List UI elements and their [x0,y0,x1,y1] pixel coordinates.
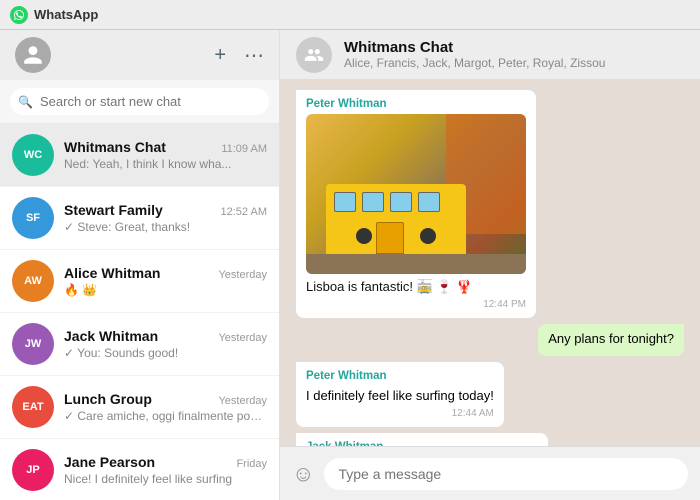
message-sender: Peter Whitman [306,96,526,112]
chat-header-avatar[interactable] [296,37,332,73]
new-chat-button[interactable]: + [214,44,226,67]
chat-header-name: Whitmans Chat [344,39,684,56]
search-bar: 🔍 [0,80,279,124]
chat-info: Stewart Family 12:52 AM ✓ Steve: Great, … [64,202,267,234]
chat-info: Lunch Group Yesterday ✓ Care amiche, ogg… [64,391,267,423]
menu-button[interactable]: ⋯ [244,43,264,68]
chat-header-members: Alice, Francis, Jack, Margot, Peter, Roy… [344,56,684,70]
chat-avatar: AW [12,260,54,302]
chat-time: Friday [236,458,267,470]
chat-list-item[interactable]: WC Whitmans Chat 11:09 AM Ned: Yeah, I t… [0,124,279,187]
chat-name-row: Jack Whitman Yesterday [64,328,267,344]
chat-time: 11:09 AM [221,143,267,155]
sidebar-icons: + ⋯ [214,43,264,68]
main-layout: + ⋯ 🔍 WC Whitmans Chat 11:09 AM Ned: Yea… [0,30,700,500]
chat-avatar: JP [12,449,54,491]
message-text: Any plans for tonight? [548,330,674,348]
chat-header: Whitmans Chat Alice, Francis, Jack, Marg… [280,30,700,80]
chat-name: Whitmans Chat [64,139,166,155]
chat-list-item[interactable]: EAT Lunch Group Yesterday ✓ Care amiche,… [0,376,279,439]
chat-avatar: SF [12,197,54,239]
chat-name-row: Lunch Group Yesterday [64,391,267,407]
sidebar: + ⋯ 🔍 WC Whitmans Chat 11:09 AM Ned: Yea… [0,30,280,500]
chat-list: WC Whitmans Chat 11:09 AM Ned: Yeah, I t… [0,124,279,500]
chat-name-row: Jane Pearson Friday [64,454,267,470]
chat-name: Alice Whitman [64,265,160,281]
chat-info: Jane Pearson Friday Nice! I definitely f… [64,454,267,486]
chat-name-row: Stewart Family 12:52 AM [64,202,267,218]
message-bubble: Jack WhitmanTonight is the movie night! … [296,433,548,446]
chat-name-row: Whitmans Chat 11:09 AM [64,139,267,155]
tram-image [306,114,526,274]
message-sender: Peter Whitman [306,368,494,384]
search-input[interactable] [10,88,269,115]
message-bubble: Any plans for tonight? [538,324,684,356]
chat-area: Whitmans Chat Alice, Francis, Jack, Marg… [280,30,700,500]
chat-avatar: EAT [12,386,54,428]
chat-preview: Nice! I definitely feel like surfing [64,472,267,486]
chat-info: Alice Whitman Yesterday 🔥 👑 [64,265,267,297]
message-sender: Jack Whitman [306,439,538,446]
sidebar-header: + ⋯ [0,30,279,80]
chat-header-info: Whitmans Chat Alice, Francis, Jack, Marg… [344,39,684,70]
chat-list-item[interactable]: JW Jack Whitman Yesterday ✓ You: Sounds … [0,313,279,376]
whatsapp-logo [10,6,28,24]
user-avatar[interactable] [15,37,51,73]
app-title: WhatsApp [34,7,98,22]
chat-list-item[interactable]: JP Jane Pearson Friday Nice! I definitel… [0,439,279,500]
chat-list-item[interactable]: AW Alice Whitman Yesterday 🔥 👑 [0,250,279,313]
chat-name: Stewart Family [64,202,163,218]
chat-time: 12:52 AM [221,206,267,218]
chat-preview: Ned: Yeah, I think I know wha... [64,157,267,171]
message-time: 12:44 PM [306,298,526,312]
message-bubble: Peter Whitman [296,90,536,318]
chat-preview: 🔥 👑 [64,283,267,297]
chat-avatar: JW [12,323,54,365]
message-text: I definitely feel like surfing today! [306,387,494,405]
chat-info: Jack Whitman Yesterday ✓ You: Sounds goo… [64,328,267,360]
chat-name: Jack Whitman [64,328,158,344]
chat-time: Yesterday [218,332,267,344]
chat-name: Jane Pearson [64,454,155,470]
chat-avatar: WC [12,134,54,176]
emoji-button[interactable]: ☺ [292,461,314,487]
messages-container: Peter Whitman [280,80,700,446]
app-top-bar: WhatsApp [0,0,700,30]
message-caption: Lisboa is fantastic! 🚋 🍷 🦞 [306,278,526,296]
message-input[interactable] [324,458,688,490]
search-icon: 🔍 [18,95,33,109]
chat-list-item[interactable]: SF Stewart Family 12:52 AM ✓ Steve: Grea… [0,187,279,250]
message-bubble: Peter Whitman I definitely feel like surf… [296,362,504,426]
chat-name-row: Alice Whitman Yesterday [64,265,267,281]
chat-time: Yesterday [218,395,267,407]
chat-preview: ✓ Steve: Great, thanks! [64,220,267,234]
chat-preview: ✓ Care amiche, oggi finalmente posso [64,409,267,423]
chat-time: Yesterday [218,269,267,281]
message-time: 12:44 AM [306,407,494,421]
chat-input-bar: ☺ [280,446,700,500]
message-image [306,114,526,274]
chat-preview: ✓ You: Sounds good! [64,346,267,360]
chat-info: Whitmans Chat 11:09 AM Ned: Yeah, I thin… [64,139,267,171]
chat-name: Lunch Group [64,391,152,407]
